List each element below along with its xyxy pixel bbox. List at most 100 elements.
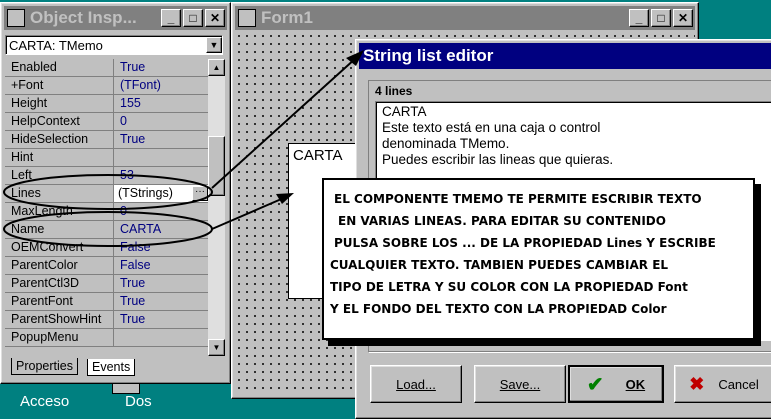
property-value[interactable]: False	[114, 257, 208, 274]
property-row[interactable]: MaxLength 0	[5, 203, 208, 221]
form1-titlebar[interactable]: Form1 _ □ ✕	[235, 6, 695, 30]
annotation-note: EL COMPONENTE TMEMO TE PERMITE ESCRIBIR …	[322, 178, 755, 340]
property-name: OEMConvert	[5, 239, 114, 256]
property-row[interactable]: Left 53	[5, 167, 208, 185]
property-name: ParentShowHint	[5, 311, 114, 328]
property-value[interactable]	[114, 329, 208, 346]
editor-title: String list editor	[363, 46, 494, 65]
property-value[interactable]: 155	[114, 95, 208, 112]
property-name: ParentFont	[5, 293, 114, 310]
chevron-down-icon[interactable]: ▼	[206, 37, 222, 53]
annotation-line: PULSA SOBRE LOS ... DE LA PROPIEDAD Line…	[334, 236, 716, 250]
property-name: Hint	[5, 149, 114, 166]
cancel-button-label: Cancel	[718, 376, 759, 392]
property-value[interactable]: True	[114, 131, 208, 148]
ok-button-label: OK	[625, 376, 646, 392]
property-value[interactable]: True	[114, 275, 208, 292]
cross-icon: ✖	[689, 373, 705, 394]
inspector-icon	[7, 9, 25, 27]
property-name: HelpContext	[5, 113, 114, 130]
cancel-button[interactable]: ✖ Cancel	[674, 365, 771, 403]
property-row[interactable]: Hint	[5, 149, 208, 167]
close-button[interactable]: ✕	[205, 9, 225, 27]
property-row[interactable]: +Font (TFont)	[5, 77, 208, 95]
property-value[interactable]: (TFont)	[114, 77, 208, 94]
tab-properties[interactable]: Properties	[11, 358, 78, 375]
property-value[interactable]: True	[114, 311, 208, 328]
property-value[interactable]: True	[114, 59, 208, 76]
annotation-line: EL COMPONENTE TMEMO TE PERMITE ESCRIBIR …	[334, 192, 702, 206]
desktop-icon-acceso-label[interactable]: Acceso	[20, 393, 69, 410]
close-button[interactable]: ✕	[673, 9, 693, 27]
property-row[interactable]: ParentColor False	[5, 257, 208, 275]
property-value[interactable]: (TStrings) ···	[114, 185, 208, 202]
scroll-thumb[interactable]	[208, 136, 225, 196]
property-value[interactable]: CARTA	[114, 221, 208, 238]
property-row[interactable]: OEMConvert False	[5, 239, 208, 257]
property-row[interactable]: Height 155	[5, 95, 208, 113]
editor-titlebar[interactable]: String list editor	[359, 43, 771, 69]
property-name: HideSelection	[5, 131, 114, 148]
ok-button[interactable]: ✔ OK	[568, 365, 664, 403]
property-grid[interactable]: Enabled True +Font (TFont) Height 155 HelpC…	[5, 59, 208, 356]
property-name: Left	[5, 167, 114, 184]
property-name: ParentColor	[5, 257, 114, 274]
lines-value[interactable]: (TStrings)	[118, 185, 192, 202]
line-count: 4 lines	[375, 84, 413, 98]
scroll-up-icon[interactable]: ▲	[208, 59, 225, 76]
property-row[interactable]: ParentShowHint True	[5, 311, 208, 329]
property-scrollbar[interactable]: ▲ ▼	[208, 59, 225, 356]
maximize-button[interactable]: □	[183, 9, 203, 27]
minimize-button[interactable]: _	[629, 9, 649, 27]
property-row[interactable]: HelpContext 0	[5, 113, 208, 131]
property-name: +Font	[5, 77, 114, 94]
tab-events[interactable]: Events	[87, 359, 136, 376]
scroll-down-icon[interactable]: ▼	[208, 339, 225, 356]
form1-icon	[238, 9, 256, 27]
property-row[interactable]: ParentCtl3D True	[5, 275, 208, 293]
property-name: Lines	[5, 185, 114, 202]
property-value[interactable]: 0	[114, 203, 208, 220]
minimize-button[interactable]: _	[161, 9, 181, 27]
load-button[interactable]: Load...	[370, 365, 462, 403]
object-inspector-window[interactable]: Object Insp... _ □ ✕ CARTA: TMemo ▼ Enab…	[0, 2, 231, 384]
save-button-label: Save...	[499, 376, 541, 392]
check-icon: ✔	[586, 373, 604, 396]
property-value[interactable]: True	[114, 293, 208, 310]
string-line: CARTA	[382, 104, 427, 119]
component-selector[interactable]: CARTA: TMemo ▼	[5, 35, 223, 55]
property-name: Name	[5, 221, 114, 238]
property-value[interactable]: 53	[114, 167, 208, 184]
property-row[interactable]: Name CARTA	[5, 221, 208, 239]
property-row[interactable]: PopupMenu	[5, 329, 208, 347]
property-name: Height	[5, 95, 114, 112]
inspector-titlebar[interactable]: Object Insp... _ □ ✕	[4, 6, 227, 30]
property-row[interactable]: Enabled True	[5, 59, 208, 77]
desktop-icon-dos-label[interactable]: Dos	[125, 393, 152, 410]
property-row-selected[interactable]: Lines (TStrings) ···	[5, 185, 208, 203]
property-name: PopupMenu	[5, 329, 114, 346]
load-button-label: Load...	[396, 376, 436, 392]
form1-title: Form1	[261, 8, 313, 27]
component-selector-value: CARTA: TMemo	[9, 37, 103, 53]
inspector-tabs: Properties Events	[5, 358, 225, 378]
inspector-title: Object Insp...	[30, 8, 137, 27]
property-value[interactable]	[114, 149, 208, 166]
save-button[interactable]: Save...	[474, 365, 566, 403]
string-line: Este texto está en una caja o control	[382, 120, 601, 135]
annotation-line: EN VARIAS LINEAS. PARA EDITAR SU CONTENI…	[338, 214, 666, 228]
string-line: Puedes escribir las lineas que quieras.	[382, 152, 614, 167]
maximize-button[interactable]: □	[651, 9, 671, 27]
property-name: MaxLength	[5, 203, 114, 220]
property-value[interactable]: 0	[114, 113, 208, 130]
annotation-line: TIPO DE LETRA Y SU COLOR CON LA PROPIEDA…	[330, 280, 688, 294]
property-name: ParentCtl3D	[5, 275, 114, 292]
ellipsis-button[interactable]: ···	[192, 186, 208, 201]
property-name: Enabled	[5, 59, 114, 76]
annotation-line: CUALQUIER TEXTO. TAMBIEN PUEDES CAMBIAR …	[330, 258, 669, 272]
annotation-line: Y EL FONDO DEL TEXTO CON LA PROPIEDAD Co…	[330, 302, 667, 316]
property-row[interactable]: HideSelection True	[5, 131, 208, 149]
string-line: denominada TMemo.	[382, 136, 510, 151]
property-row[interactable]: ParentFont True	[5, 293, 208, 311]
property-value[interactable]: False	[114, 239, 208, 256]
